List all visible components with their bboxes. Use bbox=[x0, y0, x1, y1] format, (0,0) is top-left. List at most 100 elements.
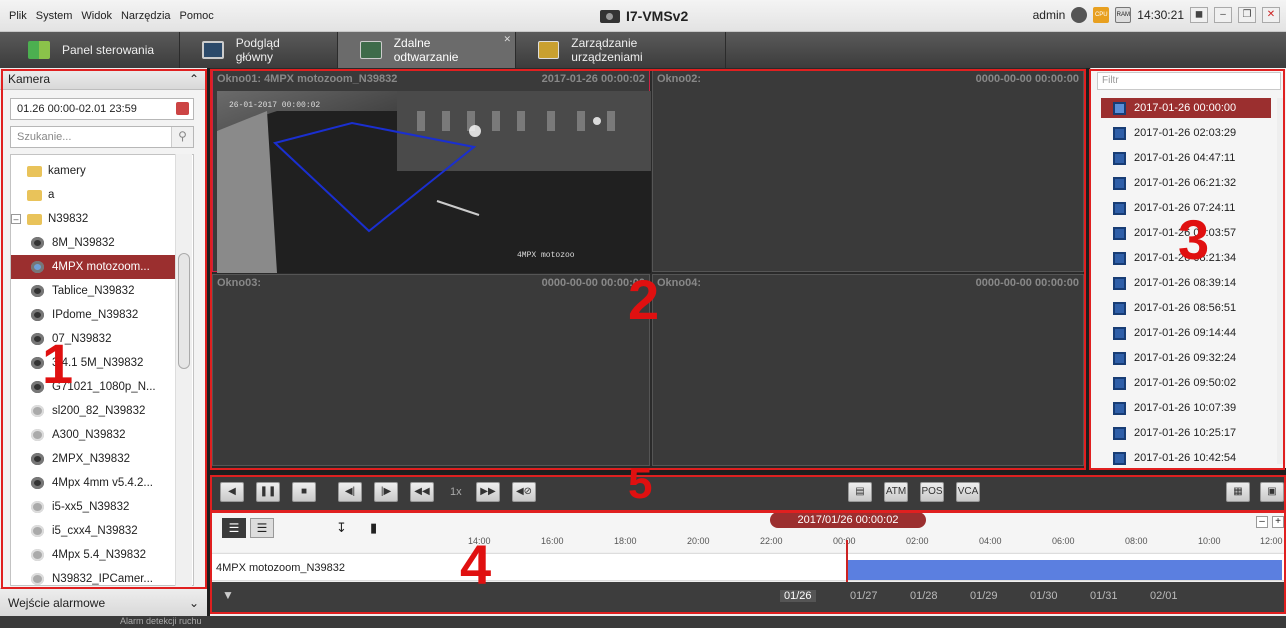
collapse-node-icon[interactable]: – bbox=[11, 214, 21, 224]
menu-view[interactable]: Widok bbox=[81, 10, 112, 22]
recording-segment[interactable] bbox=[846, 560, 1282, 580]
day-tab[interactable]: 02/01 bbox=[1150, 590, 1178, 602]
tree-item[interactable]: A300_N39832 bbox=[11, 423, 177, 447]
user-name[interactable]: admin bbox=[1033, 8, 1066, 22]
menu-help[interactable]: Pomoc bbox=[180, 10, 214, 22]
video-frame[interactable]: 26-01-2017 00:00:02 4MPX motozoo bbox=[217, 91, 651, 273]
pause-icon[interactable]: ❚❚ bbox=[256, 482, 280, 502]
tab-control-panel[interactable]: Panel sterowania bbox=[0, 32, 180, 68]
tree-item[interactable]: 4Mpx 5.4_N39832 bbox=[11, 543, 177, 567]
export-icon[interactable]: ▤ bbox=[848, 482, 872, 502]
tree-item[interactable]: 2MPX_N39832 bbox=[11, 447, 177, 471]
restore-button[interactable]: ❐ bbox=[1238, 7, 1256, 23]
frame-back-icon[interactable]: ◀| bbox=[338, 482, 362, 502]
reverse-play-icon[interactable]: ◀ bbox=[220, 482, 244, 502]
day-tab[interactable]: 01/27 bbox=[850, 590, 878, 602]
tree-item[interactable]: 3.4.1 5M_N39832 bbox=[11, 351, 177, 375]
camera-panel-header[interactable]: Kamera ⌃ bbox=[0, 68, 207, 90]
camera-search-input[interactable]: Szukanie... ⚲ bbox=[10, 126, 194, 148]
tree-item[interactable]: i5_cxx4_N39832 bbox=[11, 519, 177, 543]
day-tab[interactable]: 01/30 bbox=[1030, 590, 1058, 602]
day-tab[interactable]: 01/28 bbox=[910, 590, 938, 602]
timeline-scale[interactable]: ☰ ☰ ↧ ▮ 2017/01/26 00:00:02 14:00 16:00 … bbox=[210, 512, 1286, 552]
volume-icon[interactable]: ◀⊘ bbox=[512, 482, 536, 502]
day-tab[interactable]: 01/26 bbox=[780, 590, 816, 602]
filter-settings-icon[interactable]: ☰ bbox=[222, 518, 246, 538]
track-label: 4MPX motozoom_N39832 bbox=[216, 562, 346, 574]
tab-remote-playback[interactable]: Zdalne odtwarzanie ✕ bbox=[338, 32, 516, 68]
vca-icon[interactable]: VCA bbox=[956, 482, 980, 502]
expand-icon[interactable]: ⌄ bbox=[189, 596, 199, 610]
video-window-2[interactable]: Okno02: 0000-00-00 00:00:00 bbox=[652, 70, 1084, 272]
record-item[interactable]: 2017-01-26 04:47:11 bbox=[1101, 148, 1271, 168]
video-window-3[interactable]: Okno03: 0000-00-00 00:00:00 bbox=[212, 274, 650, 466]
record-time: 2017-01-26 04:47:11 bbox=[1134, 152, 1236, 164]
record-list-scrollbar[interactable] bbox=[1277, 98, 1285, 464]
record-item-selected[interactable]: 2017-01-26 00:00:00 bbox=[1101, 98, 1271, 118]
tree-item[interactable]: IPdome_N39832 bbox=[11, 303, 177, 327]
date-range-field[interactable]: 01.26 00:00-02.01 23:59 bbox=[10, 98, 194, 120]
tab-main-view[interactable]: Podgląd główny bbox=[180, 32, 338, 68]
speed-up-icon[interactable]: ▶▶ bbox=[476, 482, 500, 502]
tree-item[interactable]: Tablice_N39832 bbox=[11, 279, 177, 303]
film-icon bbox=[1113, 226, 1126, 240]
record-item[interactable]: 2017-01-26 10:42:54 bbox=[1101, 448, 1271, 468]
search-icon[interactable]: ⚲ bbox=[171, 127, 193, 147]
record-item[interactable]: 2017-01-26 09:50:02 bbox=[1101, 373, 1271, 393]
tree-item[interactable]: kamery bbox=[11, 159, 177, 183]
record-item[interactable]: 2017-01-26 06:21:32 bbox=[1101, 173, 1271, 193]
record-item[interactable]: 2017-01-26 08:39:14 bbox=[1101, 273, 1271, 293]
filter-input[interactable]: Filtr bbox=[1097, 72, 1281, 90]
download-icon[interactable]: ↧ bbox=[336, 520, 347, 536]
frame-forward-icon[interactable]: |▶ bbox=[374, 482, 398, 502]
tree-item[interactable]: i5-xx5_N39832 bbox=[11, 495, 177, 519]
tree-scrollbar[interactable] bbox=[175, 154, 192, 586]
tree-item[interactable]: sl200_82_N39832 bbox=[11, 399, 177, 423]
atm-icon[interactable]: ATM bbox=[884, 482, 908, 502]
record-item[interactable]: 2017-01-26 09:32:24 bbox=[1101, 348, 1271, 368]
tree-scroll-thumb[interactable] bbox=[178, 253, 190, 369]
tree-item-selected[interactable]: 4MPX motozoom... bbox=[11, 255, 177, 279]
zoom-out-button[interactable]: – bbox=[1256, 516, 1268, 528]
fullscreen-icon[interactable]: ▣ bbox=[1260, 482, 1284, 502]
adjust-icon[interactable]: ☰ bbox=[250, 518, 274, 538]
close-button[interactable]: ✕ bbox=[1262, 7, 1280, 23]
menu-system[interactable]: System bbox=[36, 10, 73, 22]
video-window-4[interactable]: Okno04: 0000-00-00 00:00:00 bbox=[652, 274, 1084, 466]
tree-item[interactable]: 4Mpx 4mm v5.4.2... bbox=[11, 471, 177, 495]
tab-close-icon[interactable]: ✕ bbox=[503, 34, 511, 45]
tree-item[interactable]: – N39832 bbox=[11, 207, 177, 231]
lock-button[interactable]: ◼ bbox=[1190, 7, 1208, 23]
calendar-icon[interactable] bbox=[176, 102, 189, 115]
zoom-in-button[interactable]: + bbox=[1272, 516, 1284, 528]
record-item[interactable]: 2017-01-26 08:56:51 bbox=[1101, 298, 1271, 318]
layout-icon[interactable]: ▦ bbox=[1226, 482, 1250, 502]
record-item[interactable]: 2017-01-26 10:25:17 bbox=[1101, 423, 1271, 443]
tab-device-management[interactable]: Zarządzanie urządzeniami bbox=[516, 32, 726, 68]
pos-icon[interactable]: POS bbox=[920, 482, 944, 502]
day-tab[interactable]: 01/29 bbox=[970, 590, 998, 602]
film-icon bbox=[1113, 351, 1126, 365]
day-tab[interactable]: 01/31 bbox=[1090, 590, 1118, 602]
timeline-track[interactable]: 4MPX motozoom_N39832 bbox=[210, 540, 1286, 582]
playhead[interactable] bbox=[846, 540, 848, 582]
record-item[interactable]: 2017-01-26 09:14:44 bbox=[1101, 323, 1271, 343]
alarm-input-header[interactable]: Wejście alarmowe ⌄ bbox=[0, 588, 207, 616]
tree-item[interactable]: 07_N39832 bbox=[11, 327, 177, 351]
bookmark-icon[interactable]: ▮ bbox=[370, 520, 377, 536]
menu-file[interactable]: Plik bbox=[9, 10, 27, 22]
tree-item[interactable]: 8M_N39832 bbox=[11, 231, 177, 255]
tree-item[interactable]: a bbox=[11, 183, 177, 207]
current-time-label: 2017/01/26 00:00:02 bbox=[770, 512, 926, 528]
filter-icon[interactable]: ▼ bbox=[222, 588, 234, 602]
slow-down-icon[interactable]: ◀◀ bbox=[410, 482, 434, 502]
collapse-icon[interactable]: ⌃ bbox=[189, 72, 199, 86]
tree-item[interactable]: G71021_1080p_N... bbox=[11, 375, 177, 399]
tree-item[interactable]: N39832_IPCamer... bbox=[11, 567, 177, 585]
record-item[interactable]: 2017-01-26 10:07:39 bbox=[1101, 398, 1271, 418]
video-window-1[interactable]: Okno01: 4MPX motozoom_N39832 2017-01-26 0… bbox=[212, 70, 651, 273]
stop-icon[interactable]: ■ bbox=[292, 482, 316, 502]
menu-tools[interactable]: Narzędzia bbox=[121, 10, 171, 22]
record-item[interactable]: 2017-01-26 02:03:29 bbox=[1101, 123, 1271, 143]
minimize-button[interactable]: – bbox=[1214, 7, 1232, 23]
